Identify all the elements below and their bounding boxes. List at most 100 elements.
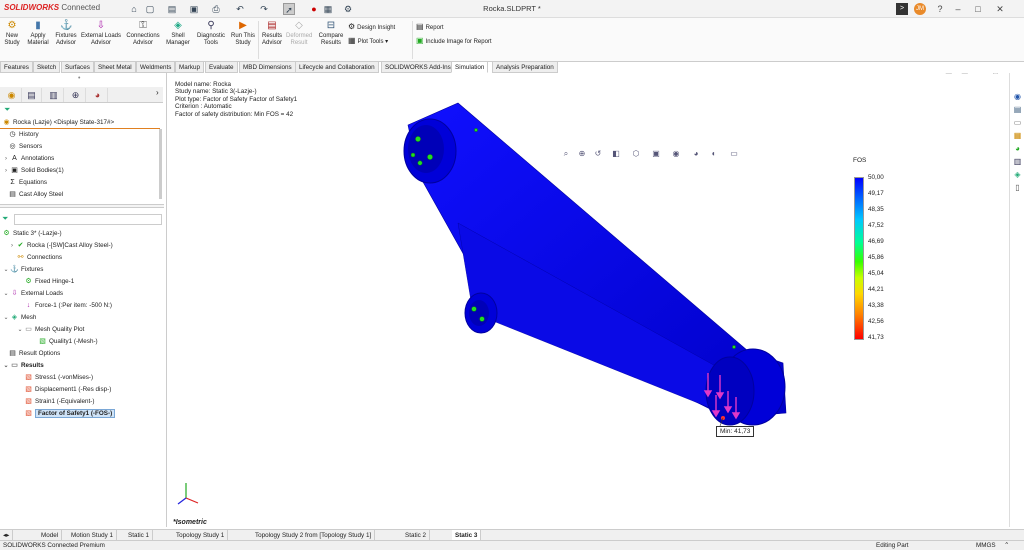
tree-item-force[interactable]: ↓ Force-1 (:Per item: -500 N:) <box>24 300 112 311</box>
tab-sheet-metal[interactable]: Sheet Metal <box>94 62 136 73</box>
tree-item-annotations[interactable]: › A Annotations <box>2 153 54 164</box>
simulation-advisor-icon[interactable]: ◈ <box>1012 169 1023 180</box>
tree-item-fixed-hinge[interactable]: ⚙ Fixed Hinge-1 <box>24 276 74 287</box>
tree-item-solid-bodies[interactable]: › ▣ Solid Bodies(1) <box>2 165 64 176</box>
external-loads-advisor-button[interactable]: ⇩ External Loads Advisor <box>80 20 122 47</box>
part-model-render[interactable] <box>168 73 1024 527</box>
deformed-result-button[interactable]: ◇ Deformed Result <box>286 20 312 47</box>
tree-item-fixtures[interactable]: ⌄ ⚓ Fixtures <box>2 264 43 275</box>
compare-results-button[interactable]: ⊟ Compare Results <box>316 20 346 47</box>
custom-properties-icon[interactable]: ▥ <box>1012 156 1023 167</box>
shell-manager-button[interactable]: ◈ Shell Manager <box>164 20 192 47</box>
property-manager-tab-icon[interactable]: ▤ <box>22 88 42 102</box>
connections-advisor-button[interactable]: ⚿ Connections Advisor <box>124 20 162 47</box>
collapse-arrow-icon[interactable]: ⌄ <box>2 361 10 372</box>
tree-item-stress[interactable]: ▧ Stress1 (-vonMises-) <box>24 372 93 383</box>
tree-item-result-options[interactable]: ▤ Result Options <box>8 348 60 359</box>
tab-lifecycle[interactable]: Lifecycle and Collaboration <box>295 62 379 73</box>
traffic-light-icon[interactable]: ● <box>308 3 320 15</box>
collapse-arrow-icon[interactable]: ⌄ <box>16 325 24 336</box>
new-document-icon[interactable]: ▢ <box>144 3 156 15</box>
tree-item-quality[interactable]: ▧ Quality1 (-Mesh-) <box>38 336 97 347</box>
filter-icon[interactable]: ⏷ <box>4 105 10 115</box>
tab-evaluate[interactable]: Evaluate <box>205 62 238 73</box>
chevron-up-icon[interactable]: ⌃ <box>1004 541 1009 550</box>
display-manager-tab-icon[interactable]: ◕ <box>88 88 108 102</box>
rebuild-icon[interactable]: ▦ <box>322 3 334 15</box>
collapse-arrow-icon[interactable]: ⌄ <box>2 313 10 324</box>
tree-item-factor-of-safety[interactable]: ▧ Factor of Safety1 (-FOS-) <box>24 408 116 419</box>
tab-surfaces[interactable]: Surfaces <box>61 62 94 73</box>
recycle-bin-icon[interactable]: ▯ <box>1012 182 1023 193</box>
maximize-icon[interactable]: □ <box>972 3 984 15</box>
tab-mbd-dimensions[interactable]: MBD Dimensions <box>239 62 296 73</box>
tree-item-part[interactable]: › ✔ Rocka (-[SW]Cast Alloy Steel-) <box>8 240 113 251</box>
close-icon[interactable]: ✕ <box>994 3 1006 15</box>
report-button[interactable]: ▤ Report <box>416 22 444 32</box>
tree-item-displacement[interactable]: ▧ Displacement1 (-Res disp-) <box>24 384 111 395</box>
select-arrow-icon[interactable]: ➚ <box>283 3 295 15</box>
tree-item-material[interactable]: ▤ Cast Alloy Steel <box>8 189 63 200</box>
file-explorer-icon[interactable]: ▭ <box>1012 117 1023 128</box>
include-image-button[interactable]: ▣ Include Image for Report <box>416 36 492 46</box>
collapse-arrow-icon[interactable]: ⌄ <box>2 289 10 300</box>
study-root[interactable]: ⚙ Static 3* (-Lazje-) <box>2 228 61 239</box>
redo-icon[interactable]: ↷ <box>258 3 270 15</box>
tab-sketch[interactable]: Sketch <box>33 62 61 73</box>
panel-collapse-handle[interactable]: • <box>78 75 80 82</box>
console-icon[interactable]: > <box>896 3 908 15</box>
tree-item-strain[interactable]: ▧ Strain1 (-Equivalent-) <box>24 396 94 407</box>
tab-simulation[interactable]: Simulation <box>451 62 489 73</box>
open-folder-icon[interactable]: ▤ <box>166 3 178 15</box>
tree-item-mesh[interactable]: ⌄ ◈ Mesh <box>2 312 36 323</box>
plot-tools-button[interactable]: ▦ Plot Tools ▾ <box>348 36 388 46</box>
tree-item-equations[interactable]: Σ Equations <box>8 177 47 188</box>
chevron-right-icon[interactable]: › <box>156 88 159 97</box>
apply-material-button[interactable]: ▮ Apply Material <box>26 20 50 47</box>
expand-arrow-icon[interactable]: › <box>8 241 16 252</box>
panel-splitter[interactable] <box>0 204 164 208</box>
tree-item-mesh-quality-plot[interactable]: ⌄ ▭ Mesh Quality Plot <box>16 324 84 335</box>
help-icon[interactable]: ? <box>934 3 946 15</box>
tree-item-external-loads[interactable]: ⌄ ⇩ External Loads <box>2 288 63 299</box>
minimize-icon[interactable]: – <box>952 3 964 15</box>
new-study-button[interactable]: ⚙ New Study <box>2 20 22 47</box>
fixtures-advisor-button[interactable]: ⚓ Fixtures Advisor <box>54 20 78 47</box>
expand-arrow-icon[interactable]: › <box>2 166 10 177</box>
feature-manager-tab-icon[interactable]: ◉ <box>2 88 22 102</box>
run-study-button[interactable]: ▶ Run This Study <box>229 20 257 47</box>
collapse-arrow-icon[interactable]: ⌄ <box>2 265 10 276</box>
save-icon[interactable]: ▣ <box>188 3 200 15</box>
design-insight-button[interactable]: ⚙ Design Insight <box>348 22 395 32</box>
design-library-icon[interactable]: ▤ <box>1012 104 1023 115</box>
feature-tree-root[interactable]: ◉ Rocka (Lazje) <Display State-317#> <box>2 117 114 128</box>
tab-weldments[interactable]: Weldments <box>136 62 176 73</box>
tree-item-history[interactable]: ◷ History <box>8 129 38 140</box>
dimxpert-tab-icon[interactable]: ⊕ <box>66 88 86 102</box>
tree-item-results[interactable]: ⌄ ▭ Results <box>2 360 43 372</box>
tab-features[interactable]: Features <box>0 62 33 73</box>
print-icon[interactable]: ⎙ <box>210 3 222 15</box>
expand-arrow-icon[interactable]: › <box>2 154 10 165</box>
tab-markup[interactable]: Markup <box>175 62 204 73</box>
view-palette-icon[interactable]: ▦ <box>1012 130 1023 141</box>
results-advisor-button[interactable]: ▤ Results Advisor <box>260 20 284 47</box>
user-avatar[interactable]: JM <box>914 3 926 15</box>
tab-analysis-preparation[interactable]: Analysis Preparation <box>492 62 558 73</box>
diagnostic-tools-button[interactable]: ⚲ Diagnostic Tools <box>194 20 228 47</box>
study-filter-input[interactable] <box>14 214 162 225</box>
configuration-manager-tab-icon[interactable]: ▥ <box>44 88 64 102</box>
tree-scrollbar[interactable] <box>159 129 162 199</box>
solidworks-resources-icon[interactable]: ◉ <box>1012 91 1023 102</box>
tree-item-connections[interactable]: ⚯ Connections <box>16 252 62 263</box>
options-gear-icon[interactable]: ⚙ <box>342 3 354 15</box>
appearances-icon[interactable]: ◕ <box>1012 143 1023 154</box>
study-filter-icon[interactable]: ⏷ <box>2 214 8 224</box>
graphics-area[interactable]: Model name: Rocka Study name: Static 3(-… <box>168 73 1024 527</box>
tree-item-sensors[interactable]: ◎ Sensors <box>8 141 42 152</box>
undo-icon[interactable]: ↶ <box>234 3 246 15</box>
min-fos-label[interactable]: Min: 41,73 <box>716 426 755 437</box>
units-selector[interactable]: MMGS <box>976 541 996 550</box>
tab-addins[interactable]: SOLIDWORKS Add-Ins <box>381 62 455 73</box>
home-icon[interactable]: ⌂ <box>128 3 140 15</box>
